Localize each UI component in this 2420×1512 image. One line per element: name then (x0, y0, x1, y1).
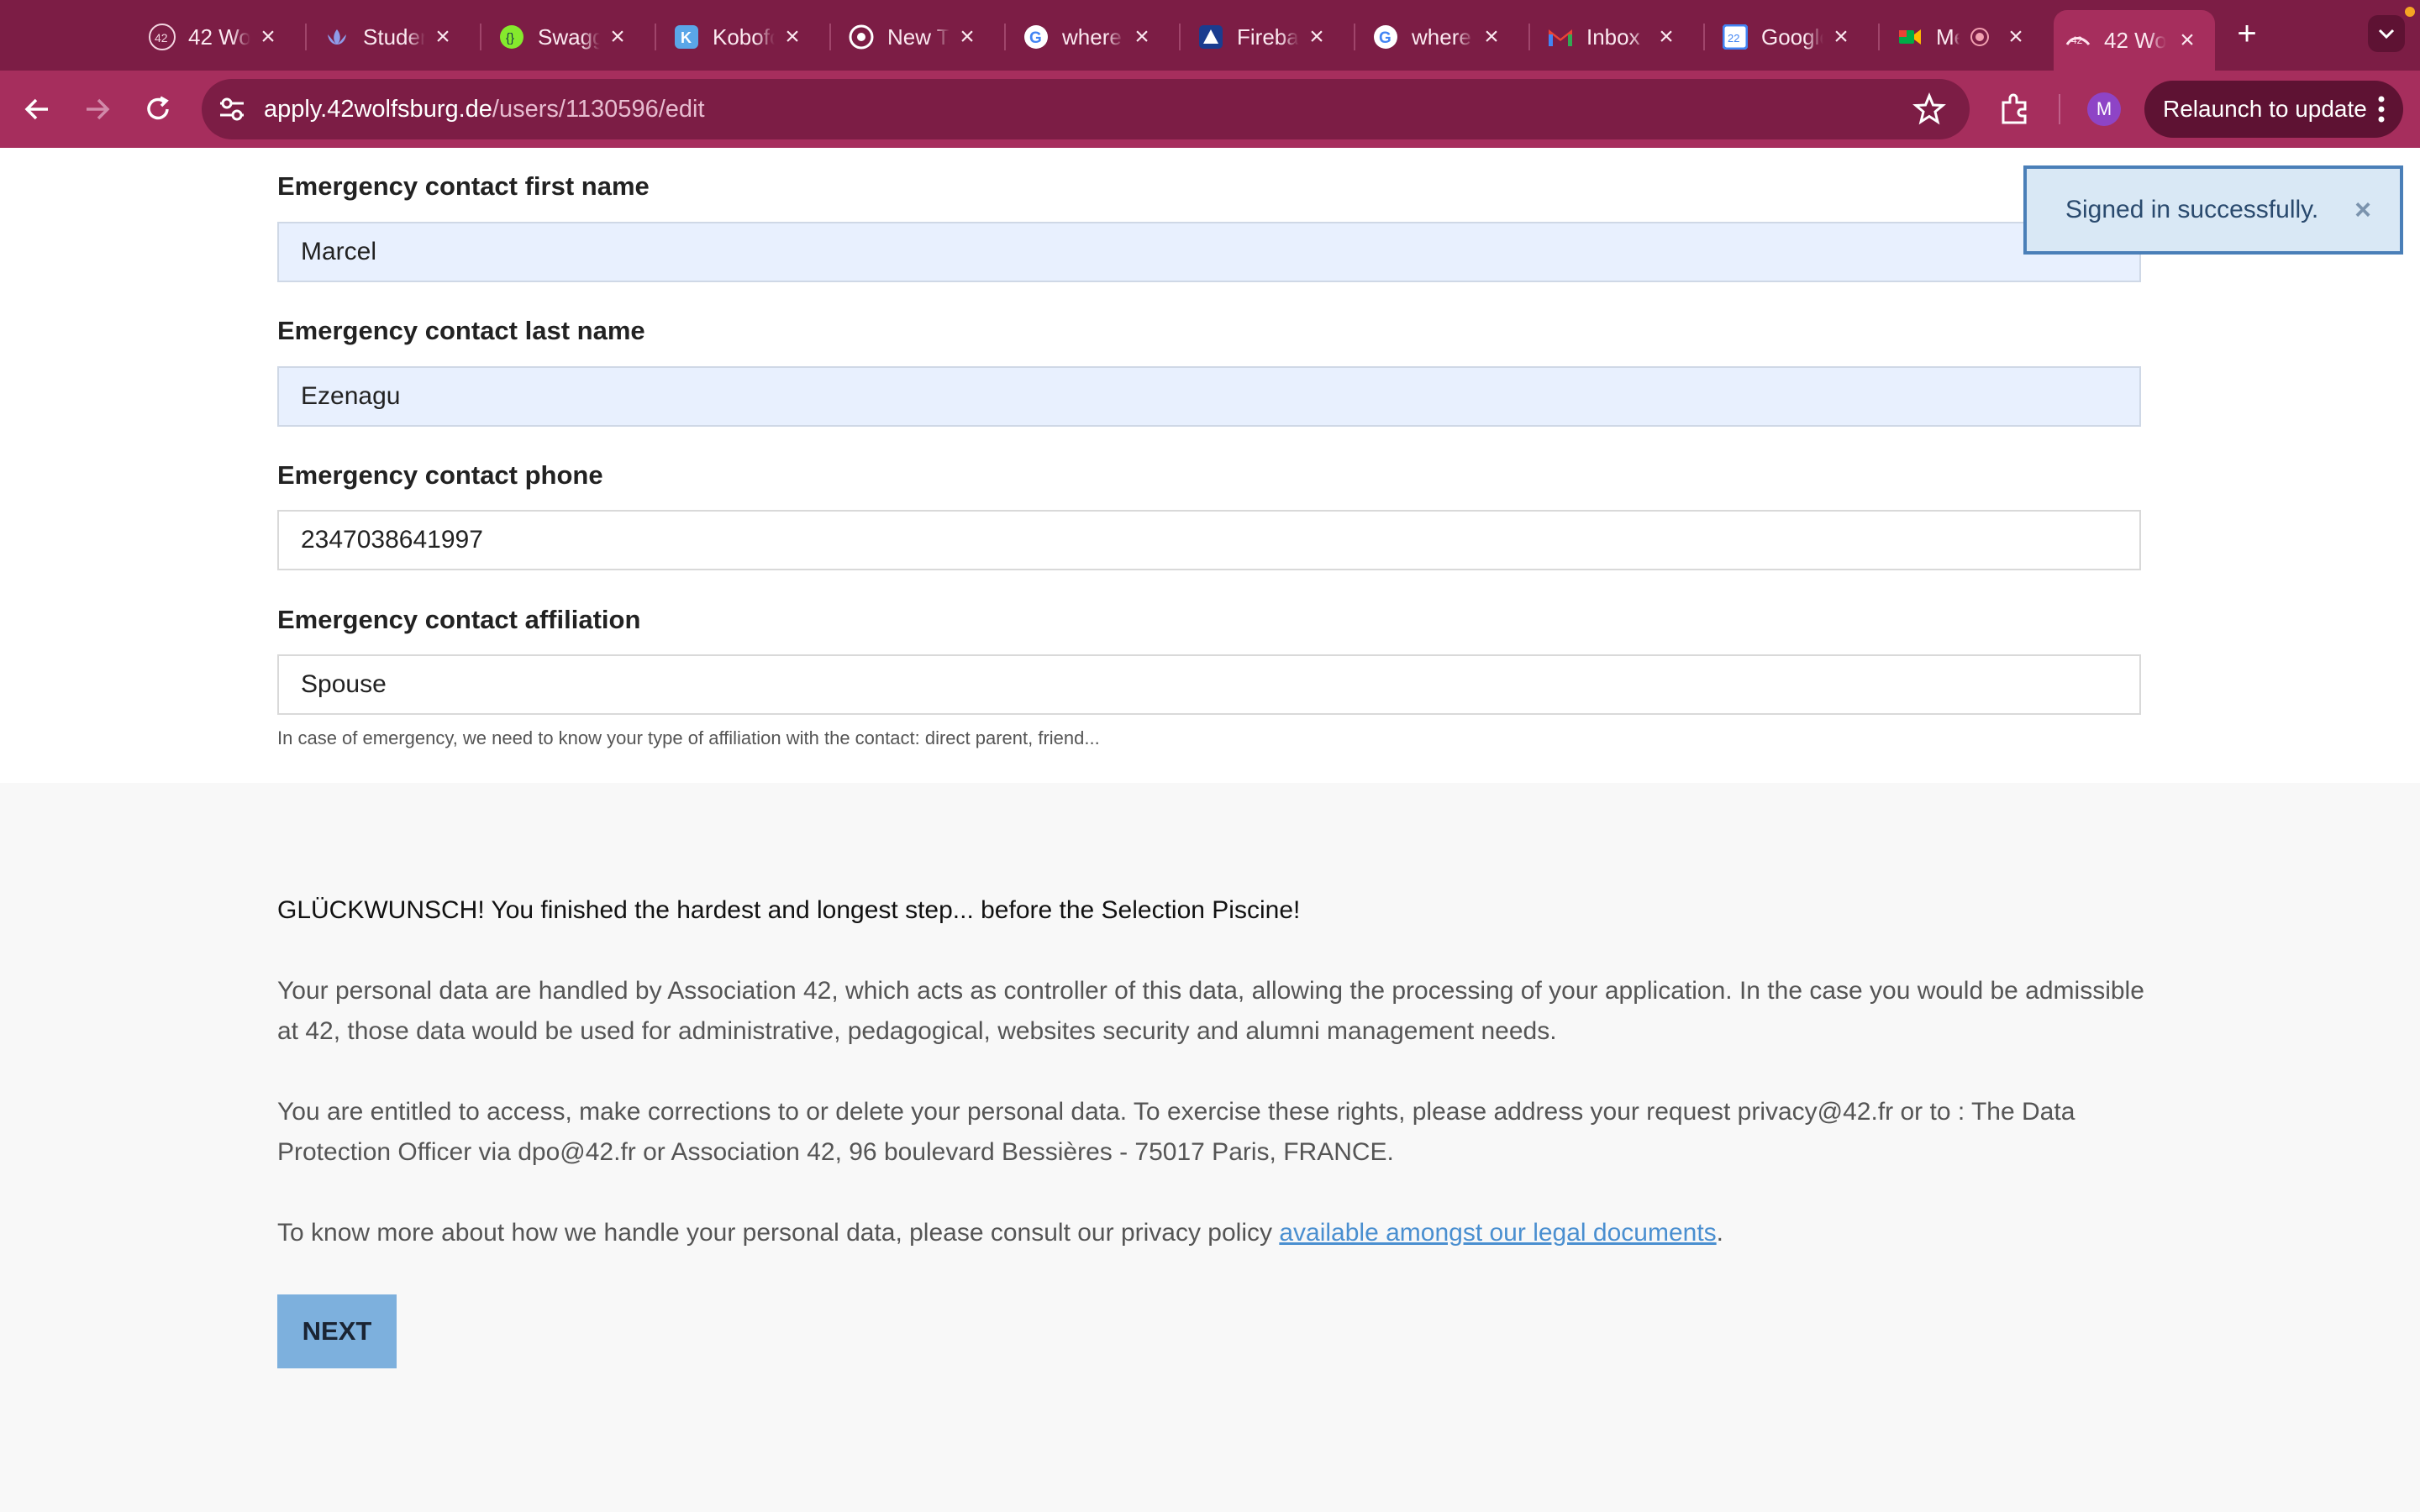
42-logo-icon: 42 (148, 23, 176, 51)
back-button[interactable] (17, 89, 57, 129)
tab-new-tab[interactable]: New Tab × (829, 10, 1005, 64)
tab-koboform[interactable]: K Koboform × (655, 10, 830, 64)
tab-separator (829, 24, 831, 50)
tab-firebase[interactable]: Firebase × (1179, 10, 1355, 64)
flash-message: Signed in successfully. (2065, 196, 2319, 223)
close-tab-icon[interactable]: × (1479, 23, 1504, 51)
browser-toolbar: apply.42wolfsburg.de/users/1130596/edit … (0, 71, 2420, 148)
arrow-right-icon (87, 98, 110, 120)
close-tab-icon[interactable]: × (255, 23, 281, 51)
url-text[interactable]: apply.42wolfsburg.de/users/1130596/edit (264, 96, 705, 123)
tab-separator (1528, 24, 1530, 50)
close-tab-icon[interactable]: × (1129, 23, 1155, 51)
bookmark-star-icon[interactable] (1912, 92, 1946, 126)
google-icon: G (1371, 23, 1400, 51)
tab-google-meet[interactable]: Meet × (1878, 10, 2054, 64)
phone-label: Emergency contact phone (277, 460, 603, 490)
close-icon[interactable]: × (2354, 194, 2371, 227)
close-tab-icon[interactable]: × (605, 23, 630, 51)
chrome-icon (847, 23, 876, 51)
svg-text:42: 42 (155, 31, 168, 45)
last-name-field[interactable]: Ezenagu (277, 366, 2141, 427)
toolbar-divider (2059, 94, 2060, 124)
more-vert-icon (2378, 96, 2385, 123)
close-tab-icon[interactable]: × (1654, 23, 1679, 51)
legal-documents-link[interactable]: available amongst our legal documents (1279, 1219, 1716, 1247)
tab-separator (305, 24, 307, 50)
extensions-puzzle-icon[interactable] (1998, 91, 2035, 128)
tab-separator (480, 24, 481, 50)
close-tab-icon[interactable]: × (1304, 23, 1329, 51)
swagger-icon: {} (497, 23, 526, 51)
tab-42-wolfsburg-1[interactable]: 42 42 Wolfsburg × (138, 10, 306, 64)
tab-gmail-inbox[interactable]: Inbox × (1528, 10, 1704, 64)
next-button[interactable]: NEXT (277, 1294, 397, 1368)
tab-student[interactable]: Student × (305, 10, 481, 64)
page-content: Emergency contact first name Marcel Emer… (0, 148, 2420, 1512)
tab-separator (1354, 24, 1355, 50)
reload-icon (147, 96, 169, 120)
address-bar[interactable]: apply.42wolfsburg.de/users/1130596/edit (202, 79, 1970, 139)
svg-text:G: G (1029, 29, 1042, 47)
data-handling-text: Your personal data are handled by Associ… (277, 977, 2144, 1045)
calendar-icon: 22 (1721, 23, 1749, 51)
kobo-icon: K (672, 23, 701, 51)
relaunch-button[interactable]: Relaunch to update (2144, 81, 2403, 138)
tab-google-search-1[interactable]: G where × (1004, 10, 1180, 64)
update-dot (2405, 7, 2415, 17)
close-tab-icon[interactable]: × (955, 23, 980, 51)
tab-separator (1004, 24, 1006, 50)
tab-separator (1179, 24, 1181, 50)
google-icon: G (1022, 23, 1050, 51)
forward-button[interactable] (77, 89, 118, 129)
profile-avatar[interactable]: M (2087, 92, 2121, 126)
meet-icon (1896, 23, 1924, 51)
tab-strip: 42 42 Wolfsburg × Student × {} Swagger ×… (0, 0, 2420, 71)
firebase-icon (1197, 23, 1225, 51)
tab-search-button[interactable] (2368, 15, 2405, 52)
lotus-icon (323, 23, 351, 51)
affiliation-help-text: In case of emergency, we need to know yo… (277, 727, 1100, 748)
last-name-label: Emergency contact last name (277, 316, 645, 345)
42-logo-icon: 42 (2064, 26, 2092, 55)
tab-separator (1703, 24, 1705, 50)
first-name-field[interactable]: Marcel (277, 222, 2141, 282)
congrats-text: GLÜCKWUNSCH! You finished the hardest an… (277, 896, 1301, 924)
tab-google-search-2[interactable]: G where × (1354, 10, 1529, 64)
new-tab-button[interactable]: + (2228, 13, 2265, 54)
svg-text:42: 42 (2071, 34, 2083, 46)
svg-text:{}: {} (506, 31, 514, 45)
affiliation-label: Emergency contact affiliation (277, 605, 641, 634)
affiliation-field[interactable]: Spouse (277, 654, 2141, 715)
recording-icon (1970, 27, 1990, 47)
flash-notice: Signed in successfully. × (2023, 165, 2403, 255)
rights-text: You are entitled to access, make correct… (277, 1098, 2075, 1166)
svg-text:K: K (681, 29, 692, 46)
close-tab-icon[interactable]: × (2003, 23, 2028, 51)
close-tab-icon[interactable]: × (430, 23, 455, 51)
close-tab-icon[interactable]: × (1828, 23, 1854, 51)
chevron-down-icon (2378, 29, 2395, 39)
site-settings-icon[interactable] (217, 94, 247, 124)
privacy-policy-text: To know more about how we handle your pe… (277, 1219, 1723, 1247)
close-tab-icon[interactable]: × (780, 23, 805, 51)
tab-separator (1878, 24, 1880, 50)
tab-google-calendar[interactable]: 22 Google × (1703, 10, 1879, 64)
first-name-label: Emergency contact first name (277, 171, 650, 201)
svg-text:22: 22 (1728, 32, 1739, 45)
tab-swagger[interactable]: {} Swagger × (480, 10, 655, 64)
svg-text:G: G (1379, 29, 1392, 47)
phone-field[interactable]: 2347038641997 (277, 510, 2141, 570)
arrow-left-icon (24, 98, 48, 120)
tab-separator (655, 24, 656, 50)
tab-42-wolfsburg-active[interactable]: 42 42 Wolfsburg × (2054, 10, 2215, 71)
reload-button[interactable] (138, 89, 178, 129)
close-tab-icon[interactable]: × (2175, 26, 2200, 55)
gmail-icon (1546, 23, 1575, 51)
